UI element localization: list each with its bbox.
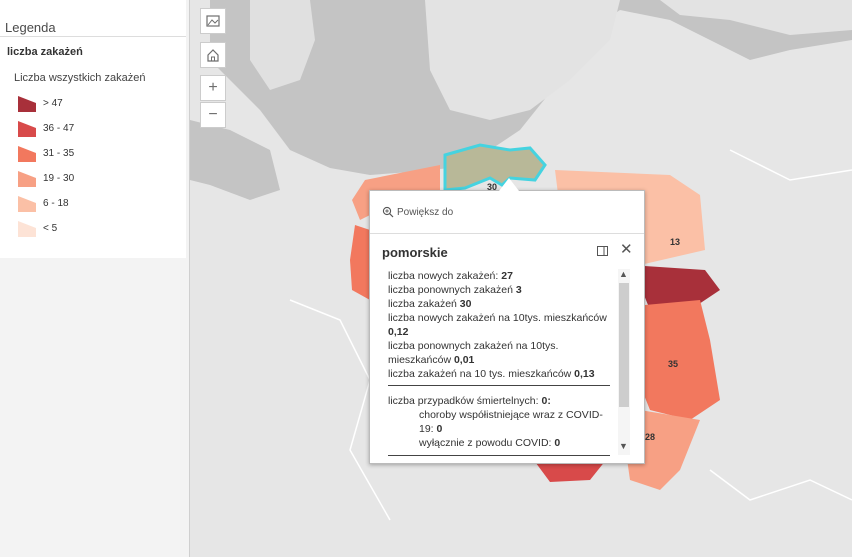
row-label: liczba przypadków śmiertelnych: [388, 395, 542, 407]
scroll-down-icon[interactable]: ▼ [619, 441, 628, 451]
legend-divider [0, 36, 186, 37]
popup-divider [370, 233, 644, 234]
row-value: 0,13 [574, 368, 595, 380]
row-value: 0: [541, 395, 551, 407]
legend-layer-name: liczba zakażeń [7, 46, 83, 58]
row-value: 0,12 [388, 326, 409, 338]
legend-item-label: > 47 [43, 98, 63, 109]
zoom-out-button[interactable]: − [200, 102, 226, 128]
row-total-infections: liczba zakażeń 30 [388, 297, 610, 311]
legend-card: Legenda liczba zakażeń Liczba wszystkich… [0, 0, 186, 258]
zoom-in-button[interactable]: + [200, 75, 226, 101]
zoom-to-label: Powiększ do [397, 206, 454, 218]
map-label-region: 35 [668, 359, 679, 369]
basemap-gallery-icon [206, 15, 220, 27]
row-value: 0 [554, 437, 561, 449]
map-label-region: 28 [645, 432, 656, 442]
row-deaths: liczba przypadków śmiertelnych: 0: [388, 394, 610, 408]
legend-swatch [18, 221, 36, 237]
legend-item-label: 36 - 47 [43, 123, 75, 134]
row-covid-only: wyłącznie z powodu COVID: 0 [388, 436, 610, 450]
legend-title: Legenda [5, 20, 56, 35]
dock-icon[interactable] [597, 246, 608, 256]
row-reinfections: liczba ponownych zakażeń 3 [388, 283, 610, 297]
row-new-per-10k: liczba nowych zakażeń na 10tys. mieszkań… [388, 311, 610, 339]
row-label: liczba nowych zakażeń na 10tys. mieszkań… [388, 312, 607, 324]
home-button[interactable] [200, 42, 226, 68]
row-total-per-10k: liczba zakażeń na 10 tys. mieszkańców 0,… [388, 367, 610, 381]
row-new-infections: liczba nowych zakażeń: 27 [388, 269, 610, 283]
popup-pointer [499, 178, 519, 191]
row-label: liczba nowych zakażeń: [388, 270, 502, 282]
scroll-thumb[interactable] [619, 283, 629, 407]
legend-item: < 5 [16, 220, 176, 238]
row-label: liczba ponownych zakażeń [388, 284, 516, 296]
popup-scrollbar[interactable]: ▲ ▼ [618, 269, 630, 455]
legend-field-name: Liczba wszystkich zakażeń [14, 72, 146, 84]
legend-item: > 47 [16, 95, 176, 113]
legend-item: 19 - 30 [16, 170, 176, 188]
popup-title: pomorskie [382, 245, 448, 260]
row-label: liczba zakażeń [388, 298, 460, 310]
close-icon[interactable]: ✕ [620, 242, 633, 257]
row-comorbid: choroby współistniejące wraz z COVID-19:… [388, 408, 610, 436]
row-value: 30 [459, 298, 472, 310]
content-divider [388, 385, 610, 386]
legend-panel: Legenda liczba zakażeń Liczba wszystkich… [0, 0, 190, 557]
legend-item-label: < 5 [43, 223, 58, 234]
row-label: liczba zakażeń na 10 tys. mieszkańców [388, 368, 575, 380]
legend-item: 36 - 47 [16, 120, 176, 138]
legend-item-label: 31 - 35 [43, 148, 75, 159]
legend-swatch [18, 146, 36, 162]
legend-item: 6 - 18 [16, 195, 176, 213]
map-label-region: 13 [670, 237, 681, 247]
feature-popup[interactable]: Powiększ do pomorskie ✕ liczba nowych za… [369, 178, 645, 464]
row-value: 0,01 [453, 354, 475, 366]
legend-item: 31 - 35 [16, 145, 176, 163]
row-value: 0 [436, 423, 443, 435]
zoom-magnifier-icon [382, 206, 394, 218]
row-label: wyłącznie z powodu COVID: [419, 437, 555, 449]
legend-item-label: 6 - 18 [43, 198, 69, 209]
legend-swatch [18, 96, 36, 112]
row-re-per-10k: liczba ponownych zakażeń na 10tys. miesz… [388, 339, 610, 367]
legend-swatch [18, 171, 36, 187]
zoom-to-button[interactable]: Powiększ do [382, 206, 453, 218]
popup-content: liczba nowych zakażeń: 27 liczba ponowny… [388, 269, 610, 464]
legend-swatch [18, 121, 36, 137]
legend-swatch [18, 196, 36, 212]
legend-item-label: 19 - 30 [43, 173, 75, 184]
home-icon [207, 49, 219, 62]
row-value: 3 [515, 284, 522, 296]
basemap-gallery-button[interactable] [200, 8, 226, 34]
content-divider [388, 455, 610, 456]
row-value: 27 [501, 270, 513, 282]
scroll-up-icon[interactable]: ▲ [619, 269, 628, 279]
row-label: choroby współistniejące wraz z COVID-19: [419, 409, 603, 435]
